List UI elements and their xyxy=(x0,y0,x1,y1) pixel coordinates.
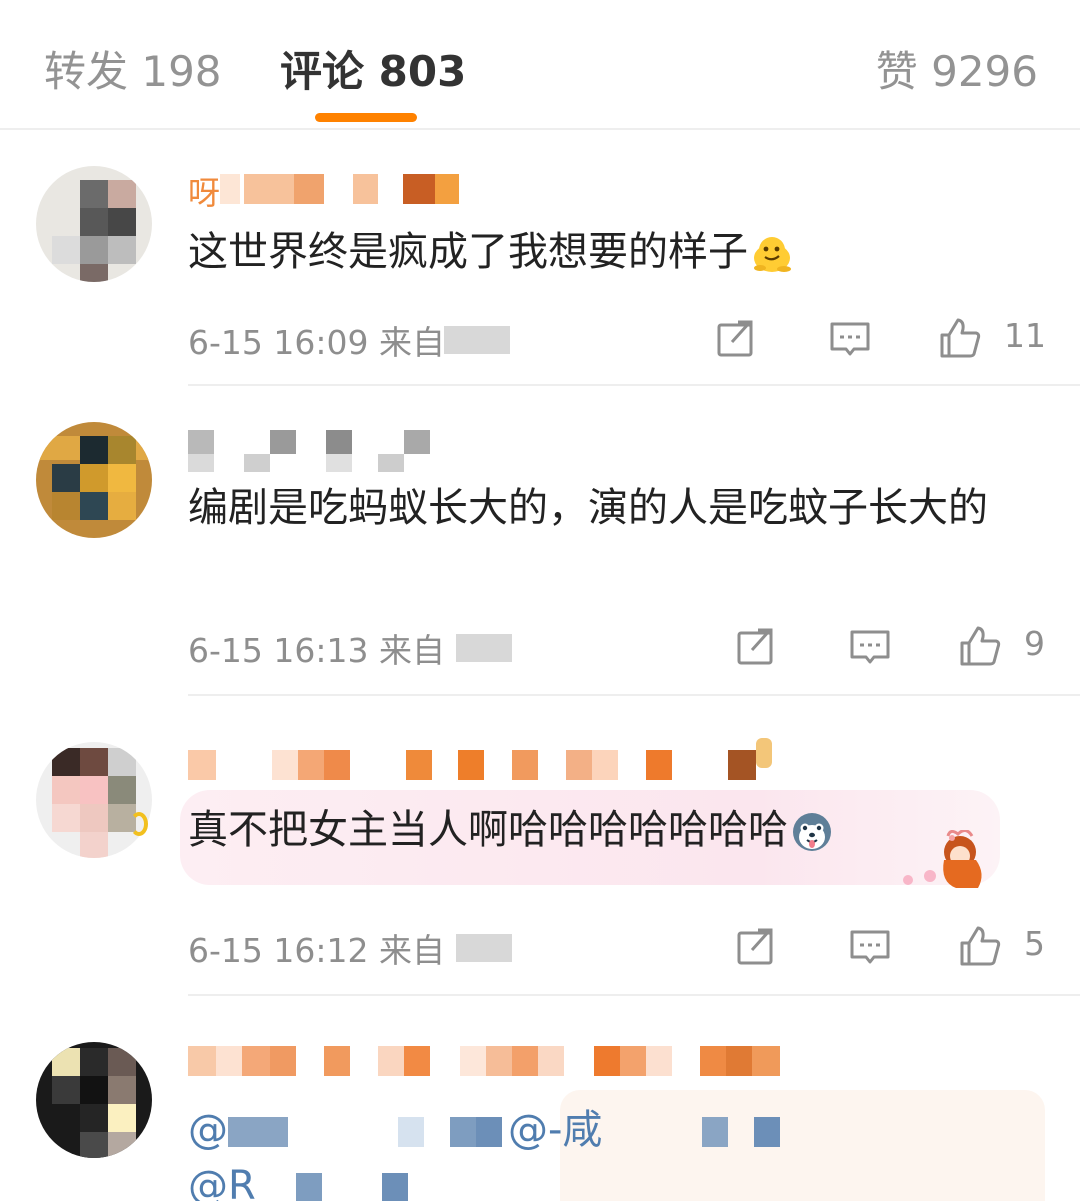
source-blurred xyxy=(456,634,512,662)
husky-emoji xyxy=(790,810,834,854)
tab-comments[interactable]: 评论 803 xyxy=(280,38,466,99)
username[interactable] xyxy=(188,738,788,784)
share-icon[interactable] xyxy=(714,316,758,360)
avatar[interactable] xyxy=(36,422,152,538)
thumbs-up-icon[interactable] xyxy=(958,624,1002,668)
avatar[interactable] xyxy=(36,742,152,858)
comment-icon[interactable] xyxy=(848,924,892,968)
comment-time: 6-15 16:09 来自 xyxy=(188,323,445,362)
comment-icon[interactable] xyxy=(848,624,892,668)
username[interactable] xyxy=(188,1040,788,1080)
comment-meta: 6-15 16:12 来自 5 xyxy=(188,924,1045,970)
thumbs-up-icon[interactable] xyxy=(938,316,982,360)
username-visible: 呀 xyxy=(188,174,221,212)
comment-item: @ @-咸 @R xyxy=(0,996,1080,1201)
like-count: 5 xyxy=(1024,924,1045,963)
username[interactable]: 呀 xyxy=(188,168,788,212)
comment-text: @ @-咸 @R xyxy=(188,1102,1040,1201)
comment-icon[interactable] xyxy=(828,316,872,360)
like-count: 9 xyxy=(1024,624,1045,663)
share-icon[interactable] xyxy=(734,624,778,668)
avatar[interactable] xyxy=(36,166,152,282)
share-icon[interactable] xyxy=(734,924,778,968)
avatar[interactable] xyxy=(36,1042,152,1158)
comment-item: 呀 这世界终是疯成了我想要的样子 6-15 16:09 来自 11 xyxy=(0,130,1080,386)
like-count: 11 xyxy=(1004,316,1046,355)
comment-text: 编剧是吃蚂蚁长大的，演的人是吃蚊子长大的 xyxy=(188,485,988,531)
comment-item: 真不把女主当人啊哈哈哈哈哈哈哈 6-15 16:12 来自 5 xyxy=(0,696,1080,996)
bubble-character-decoration xyxy=(900,829,1010,890)
source-blurred xyxy=(456,934,512,962)
comment-tabs: 转发 198 评论 803 赞 9296 xyxy=(0,0,1080,130)
comment-time: 6-15 16:12 来自 xyxy=(188,931,445,970)
melting-face-emoji xyxy=(750,232,794,276)
tab-repost[interactable]: 转发 198 xyxy=(44,38,222,99)
thumbs-up-icon[interactable] xyxy=(958,924,1002,968)
comment-item: 编剧是吃蚂蚁长大的，演的人是吃蚊子长大的 6-15 16:13 来自 9 xyxy=(0,386,1080,696)
comment-text: 这世界终是疯成了我想要的样子 xyxy=(188,224,1040,280)
comment-meta: 6-15 16:13 来自 9 xyxy=(188,624,1045,670)
username[interactable] xyxy=(188,424,788,472)
comment-meta: 6-15 16:09 来自 11 xyxy=(188,316,1046,362)
source-blurred xyxy=(444,326,510,354)
tab-likes[interactable]: 赞 9296 xyxy=(876,38,1038,99)
comment-time: 6-15 16:13 来自 xyxy=(188,631,445,670)
active-tab-indicator xyxy=(315,113,417,122)
